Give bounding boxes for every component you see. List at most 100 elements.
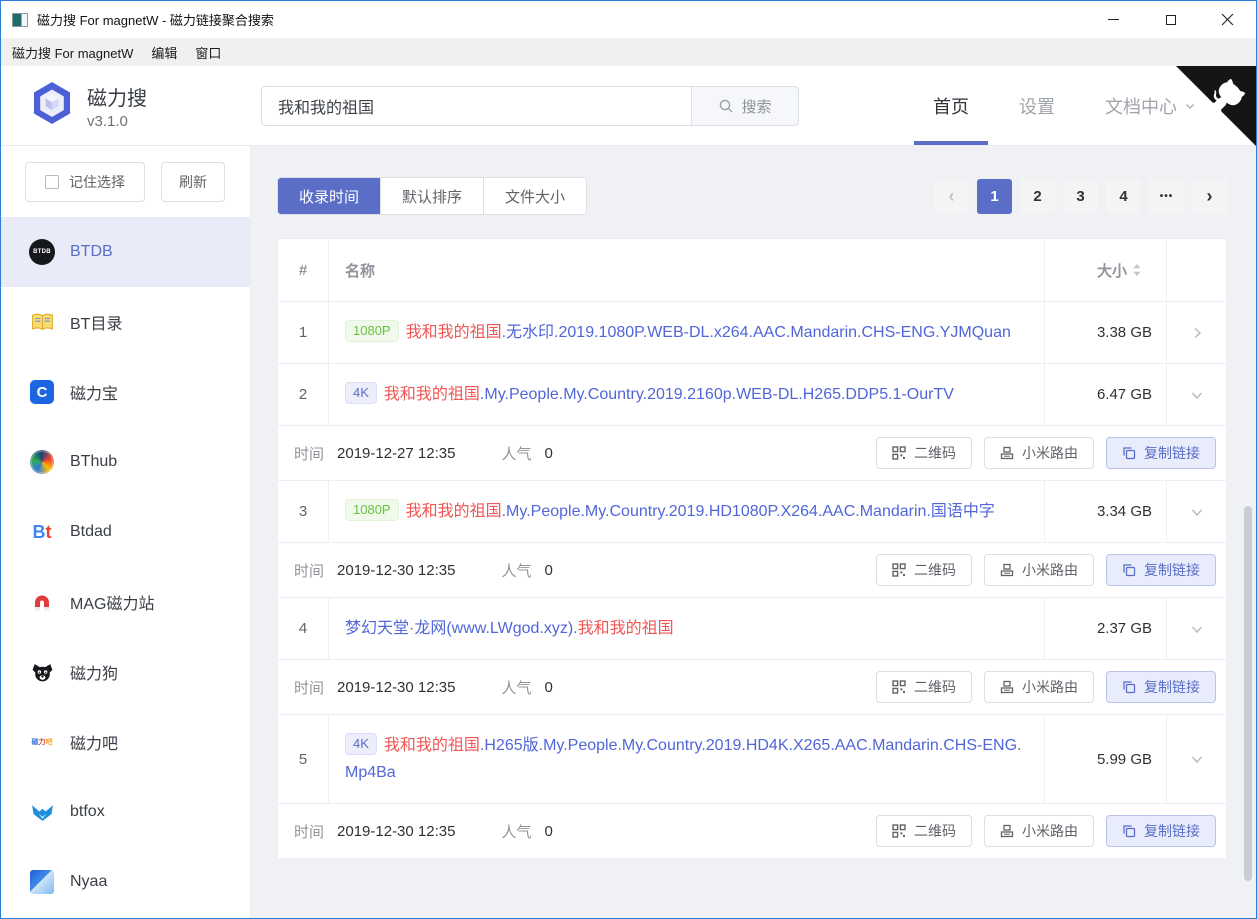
router-icon [1000, 680, 1014, 694]
chevron-down-icon [1190, 505, 1204, 519]
qrcode-button-label: 二维码 [914, 560, 956, 580]
table-header: # 名称 大小 [278, 239, 1226, 301]
row-index: 5 [278, 715, 328, 803]
xiaomi-router-button[interactable]: 小米路由 [984, 815, 1094, 847]
maximize-button[interactable] [1142, 1, 1199, 38]
sidebar-source-ciliba[interactable]: 磁力吧磁力吧 [1, 707, 250, 777]
remember-selection-button[interactable]: 记住选择 [25, 162, 145, 202]
popularity-value: 0 [544, 562, 552, 579]
qrcode-button[interactable]: 二维码 [876, 554, 972, 586]
popularity-label: 人气 [501, 443, 531, 464]
page-prev-button[interactable]: ‹ [934, 179, 969, 214]
ciliba-icon: 磁力吧 [29, 729, 55, 755]
menu-app[interactable]: 磁力搜 For magnetW [3, 38, 142, 66]
nav-settings[interactable]: 设置 [1019, 66, 1055, 145]
sort-tab-size[interactable]: 文件大小 [483, 178, 586, 214]
qrcode-button[interactable]: 二维码 [876, 815, 972, 847]
app-version: v3.1.0 [87, 113, 147, 130]
page-4-button[interactable]: 4 [1106, 179, 1141, 214]
title-text: .My.People.My.Country.2019.2160p.WEB-DL.… [480, 386, 954, 403]
sort-tabs: 收录时间 默认排序 文件大小 [277, 177, 587, 215]
popularity-value: 0 [544, 679, 552, 696]
page-2-button[interactable]: 2 [1020, 179, 1055, 214]
sidebar-source-cilibao[interactable]: C磁力宝 [1, 357, 250, 427]
sidebar-source-ciligou[interactable]: 磁力狗 [1, 637, 250, 707]
menu-window[interactable]: 窗口 [186, 38, 230, 66]
result-title-link[interactable]: 1080P我和我的祖国.无水印.2019.1080P.WEB-DL.x264.A… [328, 302, 1044, 363]
result-row-2: 24K我和我的祖国.My.People.My.Country.2019.2160… [278, 363, 1226, 425]
row-index: 3 [278, 481, 328, 542]
bthub-icon [29, 449, 55, 475]
copy-link-button[interactable]: 复制链接 [1106, 671, 1216, 703]
qrcode-icon [892, 563, 906, 577]
btfox-icon [29, 799, 55, 825]
menu-edit[interactable]: 编辑 [142, 38, 186, 66]
result-row-1: 11080P我和我的祖国.无水印.2019.1080P.WEB-DL.x264.… [278, 301, 1226, 363]
xiaomi-router-button[interactable]: 小米路由 [984, 554, 1094, 586]
sidebar-source-btfox[interactable]: btfox [1, 777, 250, 847]
time-label: 时间 [294, 821, 324, 842]
sidebar-source-nyaa[interactable]: Nyaa [1, 847, 250, 917]
pagination: ‹ 1 2 3 4 ••• › [934, 179, 1227, 214]
page-1-button[interactable]: 1 [977, 179, 1012, 214]
qrcode-button[interactable]: 二维码 [876, 437, 972, 469]
expand-toggle[interactable] [1166, 302, 1226, 363]
page-more-button[interactable]: ••• [1149, 179, 1184, 214]
qrcode-button[interactable]: 二维码 [876, 671, 972, 703]
page-3-button[interactable]: 3 [1063, 179, 1098, 214]
result-size: 2.37 GB [1044, 598, 1166, 659]
app-content: 磁力搜 v3.1.0 搜索 首页 设置 文档中心 [1, 66, 1256, 918]
result-title-link[interactable]: 1080P我和我的祖国.My.People.My.Country.2019.HD… [328, 481, 1044, 542]
refresh-button[interactable]: 刷新 [161, 162, 225, 202]
copy-link-button-label: 复制链接 [1144, 821, 1200, 841]
search-icon [718, 98, 734, 114]
sidebar-source-btdad[interactable]: BtBtdad [1, 497, 250, 567]
expand-toggle[interactable] [1166, 598, 1226, 659]
router-icon [1000, 563, 1014, 577]
close-button[interactable] [1199, 1, 1256, 38]
xiaomi-router-button[interactable]: 小米路由 [984, 671, 1094, 703]
sidebar-source-mag[interactable]: MAG磁力站 [1, 567, 250, 637]
remember-label: 记住选择 [69, 172, 125, 192]
result-title-link[interactable]: 4K我和我的祖国.My.People.My.Country.2019.2160p… [328, 364, 1044, 425]
remember-checkbox[interactable] [45, 175, 59, 189]
copy-link-button[interactable]: 复制链接 [1106, 437, 1216, 469]
sort-tab-time[interactable]: 收录时间 [278, 178, 380, 214]
copy-link-button[interactable]: 复制链接 [1106, 815, 1216, 847]
detail-actions: 二维码 小米路由 复制链接 [876, 671, 1216, 703]
result-title-link[interactable]: 4K我和我的祖国.H265版.My.People.My.Country.2019… [328, 715, 1044, 803]
minimize-button[interactable] [1085, 1, 1142, 38]
copy-link-button-label: 复制链接 [1144, 443, 1200, 463]
row-index: 2 [278, 364, 328, 425]
expand-toggle[interactable] [1166, 481, 1226, 542]
brand: 磁力搜 v3.1.0 [87, 82, 147, 130]
column-size[interactable]: 大小 [1044, 239, 1166, 301]
expand-toggle[interactable] [1166, 715, 1226, 803]
source-label: BT目录 [70, 310, 122, 334]
xiaomi-router-button-label: 小米路由 [1022, 677, 1078, 697]
sort-tab-default[interactable]: 默认排序 [380, 178, 483, 214]
source-label: Btdad [70, 523, 112, 541]
copy-link-button-label: 复制链接 [1144, 560, 1200, 580]
menubar: 磁力搜 For magnetW 编辑 窗口 [1, 38, 1256, 66]
expand-toggle[interactable] [1166, 364, 1226, 425]
scrollbar-thumb[interactable] [1244, 506, 1252, 881]
github-corner-icon[interactable] [1176, 66, 1256, 146]
source-label: 磁力狗 [70, 660, 118, 684]
sidebar-source-bthub[interactable]: BThub [1, 427, 250, 497]
page-next-button[interactable]: › [1192, 179, 1227, 214]
search-button[interactable]: 搜索 [691, 86, 799, 126]
sidebar-source-btmulu[interactable]: BT目录 [1, 287, 250, 357]
sidebar-source-btdb[interactable]: BTDBBTDB [1, 217, 250, 287]
xiaomi-router-button[interactable]: 小米路由 [984, 437, 1094, 469]
app-window-icon [12, 13, 28, 27]
result-title-link[interactable]: 梦幻天堂·龙网(www.LWgod.xyz).我和我的祖国 [328, 598, 1044, 659]
result-detail-row: 时间2019-12-30 12:35人气0二维码小米路由复制链接 [278, 659, 1226, 714]
search-input[interactable] [261, 86, 691, 126]
result-size: 3.38 GB [1044, 302, 1166, 363]
nav-home[interactable]: 首页 [933, 66, 969, 145]
nav-home-label: 首页 [933, 93, 969, 119]
copy-link-button[interactable]: 复制链接 [1106, 554, 1216, 586]
main-nav: 首页 设置 文档中心 [933, 66, 1196, 145]
popularity-value: 0 [544, 445, 552, 462]
